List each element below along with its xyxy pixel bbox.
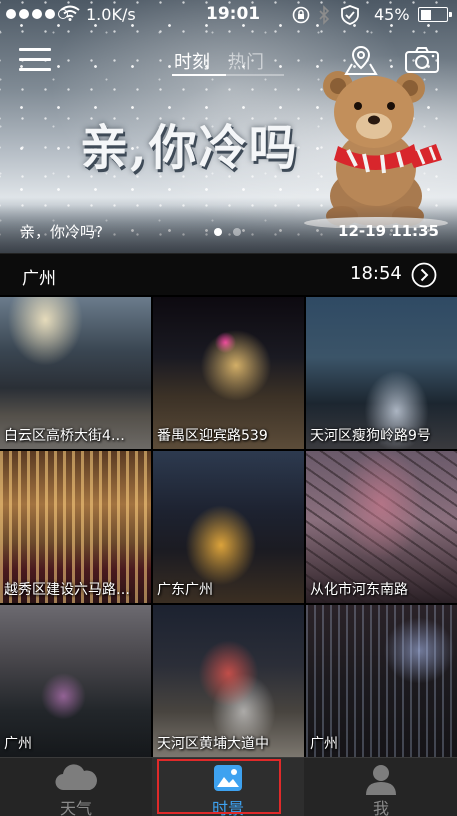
banner[interactable]: 1.0K/s 19:01 45% 时刻 热门 亲,你冷吗 亲，你冷吗? 12-1… [0,0,457,253]
photo-location-label: 广州 [4,736,32,752]
photo-tile[interactable]: 越秀区建设六马路… [0,451,151,603]
bluetooth-icon [319,5,330,25]
battery-icon [418,7,452,22]
page-dot[interactable] [233,228,241,236]
rotation-lock-icon [292,6,310,24]
photo-tile[interactable]: 从化市河东南路 [306,451,457,603]
city-name: 广州 [22,269,56,289]
photo-location-label: 番禺区迎宾路539 [157,428,268,444]
person-icon [366,765,396,795]
banner-caption: 亲，你冷吗? [20,223,103,241]
selection-highlight-box [157,759,281,814]
tab-me[interactable]: 我 [305,758,457,816]
location-time: 18:54 [350,263,402,284]
network-speed: 1.0K/s [86,5,136,24]
photo-location-label: 白云区高桥大街4… [4,428,125,444]
location-pin-icon[interactable] [344,44,378,76]
cell-signal-icon [6,9,68,19]
photo-location-label: 从化市河东南路 [310,582,408,598]
photo-location-label: 广州 [310,736,338,752]
banner-page-dots[interactable] [214,228,241,236]
status-bar: 1.0K/s 19:01 45% [0,0,457,30]
tab-weather[interactable]: 天气 [0,758,152,816]
photo-tile[interactable]: 广东广州 [153,451,304,603]
banner-date: 12-19 11:35 [338,222,439,240]
cloud-icon [55,764,97,791]
tab-me-label: 我 [372,799,389,816]
status-clock: 19:01 [206,4,261,24]
photo-tile[interactable]: 番禺区迎宾路539 [153,297,304,449]
wifi-icon [60,5,80,21]
photo-location-label: 越秀区建设六马路… [4,582,130,598]
menu-button[interactable] [19,46,51,74]
tab-active-indicator [172,74,226,76]
photo-grid: 白云区高桥大街4… 番禺区迎宾路539 天河区瘦狗岭路9号 越秀区建设六马路… … [0,297,457,757]
location-bar[interactable]: 广州 18:54 [0,253,457,295]
shield-icon [341,5,359,25]
photo-tile[interactable]: 白云区高桥大街4… [0,297,151,449]
photo-location-label: 广东广州 [157,582,213,598]
chevron-right-icon[interactable] [411,262,437,288]
photo-tile[interactable]: 天河区瘦狗岭路9号 [306,297,457,449]
photo-location-label: 天河区瘦狗岭路9号 [310,428,431,444]
tab-weather-label: 天气 [59,799,92,816]
camera-icon[interactable] [404,46,440,74]
battery-percent: 45% [374,5,410,24]
photo-tile[interactable]: 广州 [0,605,151,757]
page-dot-active[interactable] [214,228,222,236]
photo-tile[interactable]: 天河区黄埔大道中 [153,605,304,757]
banner-headline: 亲,你冷吗 [80,120,299,176]
photo-tile[interactable]: 广州 [306,605,457,757]
photo-location-label: 天河区黄埔大道中 [157,736,269,752]
battery-fill [420,9,432,20]
